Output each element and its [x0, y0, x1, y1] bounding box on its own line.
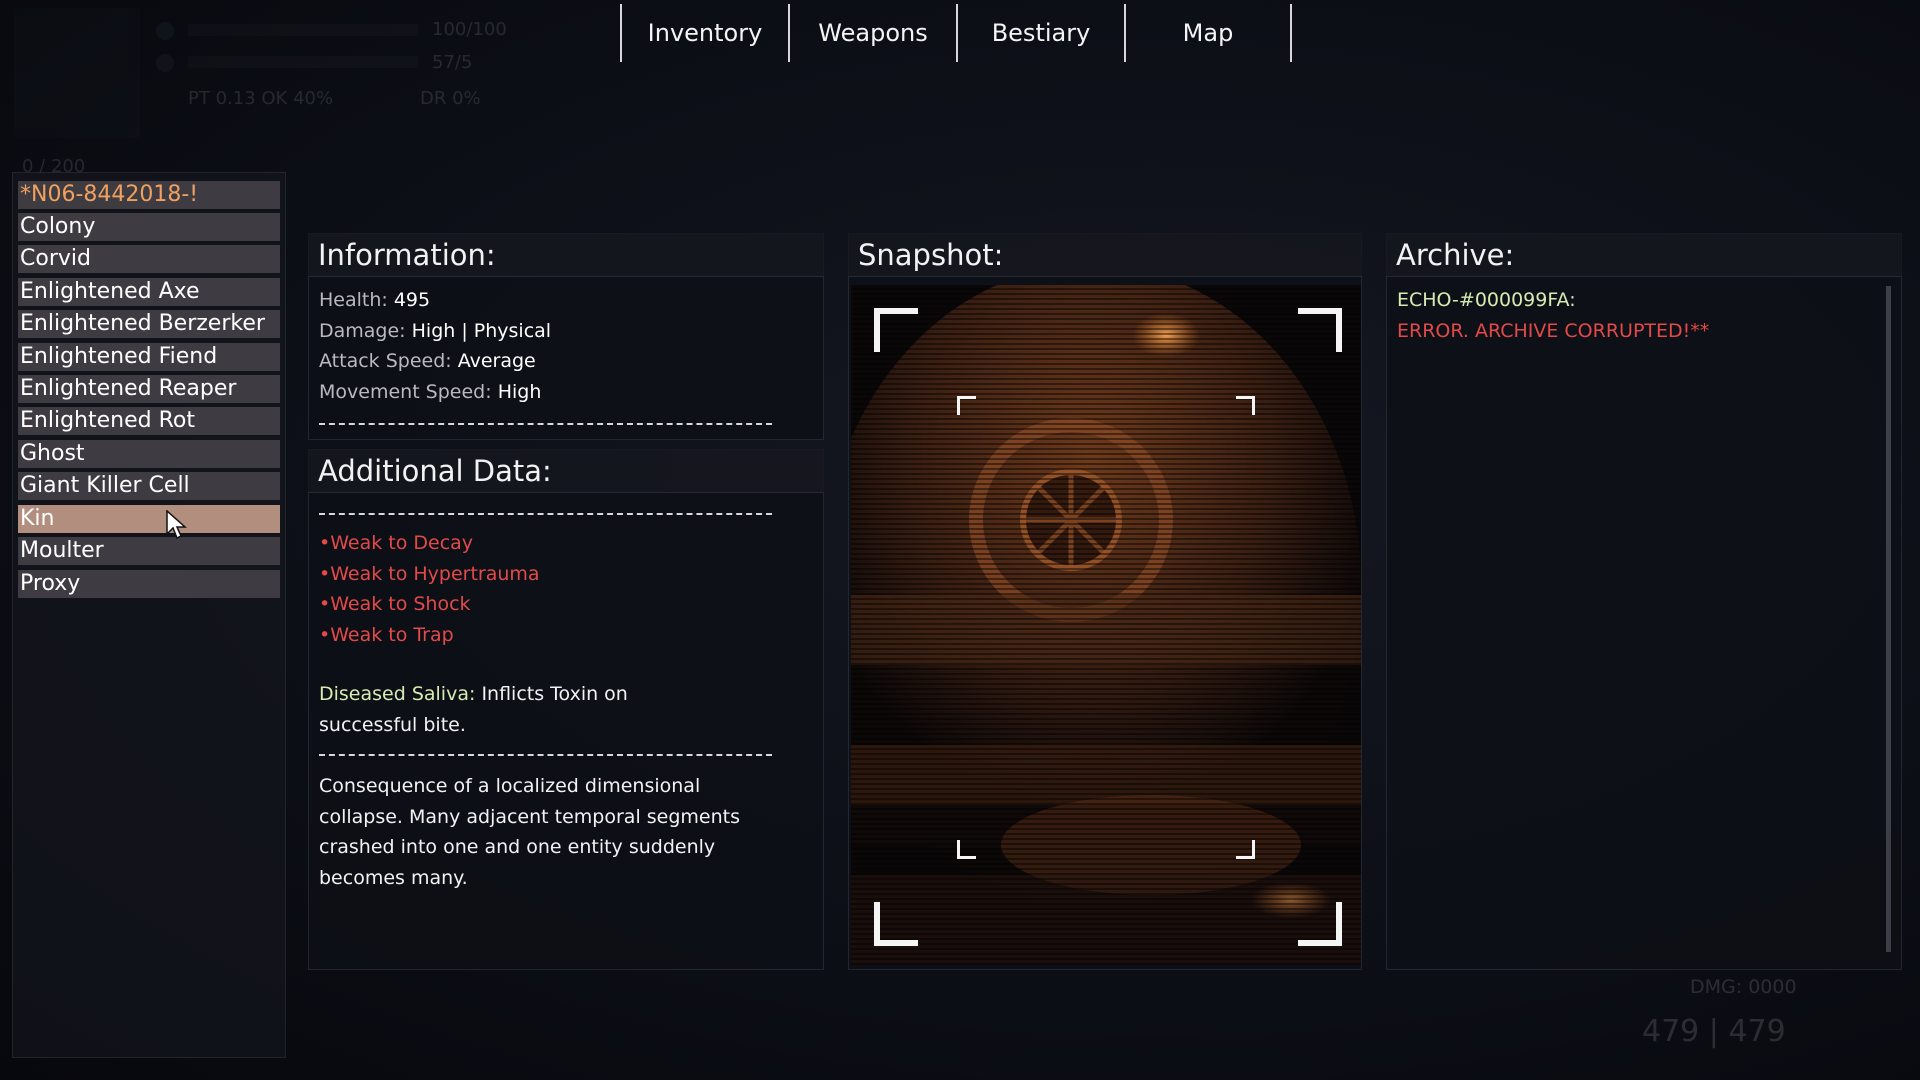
- weakness-shock: •Weak to Shock: [319, 593, 471, 615]
- bestiary-item-corrupted[interactable]: *N06-8442018-!: [18, 181, 280, 209]
- bestiary-item-ghost[interactable]: Ghost: [18, 440, 280, 468]
- ability-text-1: Inflicts Toxin on: [481, 683, 628, 705]
- lore-line-3: crashed into one and one entity suddenly: [319, 836, 716, 858]
- divider: [319, 754, 772, 756]
- damage-readout: DMG: 0000: [1690, 976, 1797, 998]
- health-label: Health:: [319, 289, 388, 311]
- damage-stat: Damage: High | Physical: [319, 320, 551, 342]
- archive-id: ECHO-#000099FA:: [1397, 289, 1576, 311]
- tab-weapons[interactable]: Weapons: [788, 4, 956, 62]
- tab-inventory[interactable]: Inventory: [620, 4, 788, 62]
- viewfinder-corner: [874, 308, 918, 352]
- weapon-ammo-readout: 479 | 479: [1642, 1014, 1786, 1049]
- stamina-readout: 57/5: [432, 52, 473, 73]
- stamina-icon: [156, 54, 174, 72]
- archive-heading: Archive:: [1386, 233, 1902, 277]
- resist-readout: DR 0%: [420, 88, 481, 109]
- weakness-hypertrauma: •Weak to Hypertrauma: [319, 563, 540, 585]
- viewfinder-corner: [1298, 902, 1342, 946]
- information-heading: Information:: [308, 233, 824, 277]
- archive-panel: [1386, 233, 1902, 970]
- mouse-cursor-icon: [166, 510, 187, 540]
- viewfinder-inner-corner: [957, 396, 976, 415]
- bestiary-item-enlightened-berzerker[interactable]: Enlightened Berzerker: [18, 310, 280, 338]
- damage-label: Damage:: [319, 320, 406, 342]
- bestiary-item-proxy[interactable]: Proxy: [18, 570, 280, 598]
- background-hud: 100/100 57/5 PT 0.13 OK 40% DR 0% 0 / 20…: [0, 0, 560, 200]
- archive-error: ERROR. ARCHIVE CORRUPTED!**: [1397, 320, 1710, 342]
- lore-line-2: collapse. Many adjacent temporal segment…: [319, 805, 740, 828]
- ability-name: Diseased Saliva:: [319, 683, 476, 705]
- viewfinder-corner: [874, 902, 918, 946]
- bestiary-item-kin[interactable]: Kin: [18, 505, 280, 533]
- movement-speed-stat: Movement Speed: High: [319, 381, 541, 403]
- additional-data-heading: Additional Data:: [308, 449, 824, 493]
- viewfinder-corner: [1298, 308, 1342, 352]
- stamina-bar: [188, 56, 418, 68]
- health-stat: Health: 495: [319, 289, 430, 311]
- movement-speed-value: High: [497, 381, 542, 403]
- tab-map[interactable]: Map: [1124, 4, 1292, 62]
- player-portrait: [14, 8, 140, 138]
- lore-description: Consequence of a localized dimensional c…: [319, 771, 787, 893]
- viewfinder-inner-corner: [1236, 840, 1255, 859]
- lore-line-1: Consequence of a localized dimensional: [319, 775, 701, 797]
- bestiary-item-enlightened-rot[interactable]: Enlightened Rot: [18, 407, 280, 435]
- health-icon: [156, 22, 174, 40]
- viewfinder-inner-corner: [957, 840, 976, 859]
- bestiary-item-colony[interactable]: Colony: [18, 213, 280, 241]
- bestiary-item-corvid[interactable]: Corvid: [18, 245, 280, 273]
- bestiary-item-giant-killer-cell[interactable]: Giant Killer Cell: [18, 472, 280, 500]
- damage-value: High | Physical: [411, 320, 552, 342]
- bestiary-item-enlightened-fiend[interactable]: Enlightened Fiend: [18, 343, 280, 371]
- divider: [319, 423, 772, 425]
- health-bar: [188, 24, 418, 36]
- weakness-trap: •Weak to Trap: [319, 624, 454, 646]
- movement-speed-label: Movement Speed:: [319, 381, 492, 403]
- menu-tabs: Inventory Weapons Bestiary Map: [620, 4, 1292, 62]
- snapshot-heading: Snapshot:: [848, 233, 1362, 277]
- health-readout: 100/100: [432, 19, 507, 40]
- tab-bestiary[interactable]: Bestiary: [956, 4, 1124, 62]
- divider: [319, 513, 772, 515]
- bestiary-item-moulter[interactable]: Moulter: [18, 537, 280, 565]
- attack-speed-label: Attack Speed:: [319, 350, 452, 372]
- weakness-decay: •Weak to Decay: [319, 532, 474, 554]
- bestiary-item-enlightened-axe[interactable]: Enlightened Axe: [18, 278, 280, 306]
- attack-speed-value: Average: [457, 350, 536, 372]
- viewfinder-inner-corner: [1236, 396, 1255, 415]
- ability-description: Diseased Saliva: Inflicts Toxin on succe…: [319, 679, 787, 740]
- attack-speed-stat: Attack Speed: Average: [319, 350, 536, 372]
- armor-readout: PT 0.13 OK 40%: [188, 88, 334, 109]
- health-value: 495: [393, 289, 431, 311]
- archive-scrollbar[interactable]: [1886, 286, 1891, 952]
- ability-text-2: successful bite.: [319, 713, 466, 736]
- creature-snapshot-image: [851, 285, 1361, 965]
- lore-line-4: becomes many.: [319, 866, 468, 889]
- bottom-right-hud: DMG: 0000 479 | 479: [1600, 976, 1890, 1066]
- scanline-overlay: [851, 285, 1361, 965]
- bestiary-item-enlightened-reaper[interactable]: Enlightened Reaper: [18, 375, 280, 403]
